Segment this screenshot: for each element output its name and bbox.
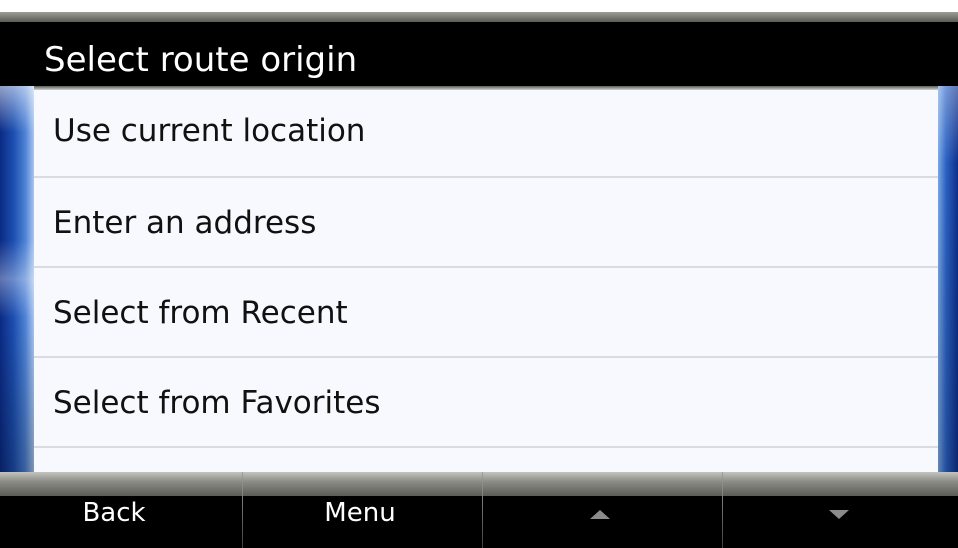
- menu-item-label: Enter an address: [53, 205, 317, 241]
- top-bezel: [0, 12, 958, 22]
- scroll-down-arrow-icon: [829, 510, 849, 519]
- menu-item-label: Select from Favorites: [53, 385, 381, 421]
- softkey-divider: [242, 472, 243, 548]
- back-button-label: Back: [82, 498, 146, 528]
- back-button[interactable]: Back: [0, 496, 240, 548]
- scroll-down-button[interactable]: [720, 496, 958, 548]
- menu-item-enter-address[interactable]: Enter an address: [34, 178, 938, 268]
- title-bar: Select route origin: [0, 22, 958, 86]
- top-margin: [0, 0, 958, 12]
- menu-item-use-current-location[interactable]: Use current location: [34, 86, 938, 178]
- bottom-bezel: [0, 472, 958, 496]
- device-screen: Select route origin Use current location…: [0, 0, 958, 548]
- page-title: Select route origin: [44, 40, 358, 80]
- right-accent-bar: [938, 86, 958, 472]
- menu-item-select-favorites[interactable]: Select from Favorites: [34, 358, 938, 448]
- menu-button[interactable]: Menu: [240, 496, 480, 548]
- softkey-bar: Back Menu: [0, 496, 958, 548]
- softkey-divider: [722, 472, 723, 548]
- menu-item-select-recent[interactable]: Select from Recent: [34, 268, 938, 358]
- menu-item-label: Select from Recent: [53, 295, 348, 331]
- softkey-divider: [482, 472, 483, 548]
- origin-options-list: Use current location Enter an address Se…: [34, 86, 938, 472]
- scroll-up-button[interactable]: [480, 496, 720, 548]
- menu-button-label: Menu: [324, 498, 396, 528]
- left-accent-bar: [0, 86, 34, 472]
- menu-item-label: Use current location: [53, 113, 366, 149]
- scroll-up-arrow-icon: [590, 510, 610, 519]
- title-bar-shadow: [34, 86, 938, 90]
